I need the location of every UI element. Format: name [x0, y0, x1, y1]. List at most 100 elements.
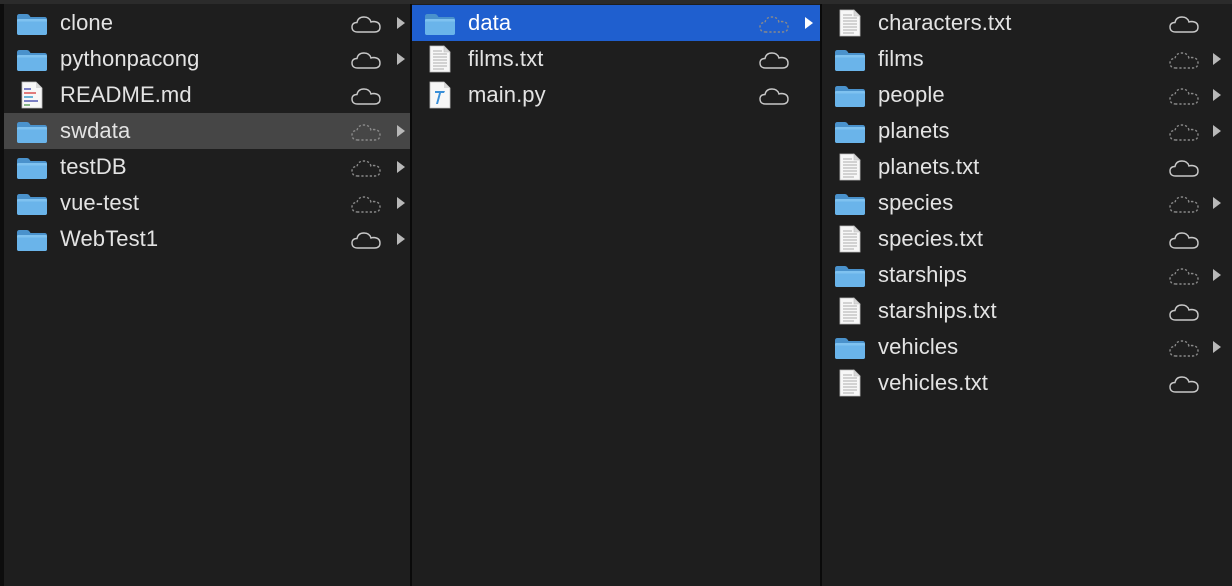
folder-row-films[interactable]: films — [822, 41, 1230, 77]
folder-row-clone[interactable]: clone — [4, 5, 410, 41]
text-file-icon — [424, 45, 456, 73]
icloud-downloaded-icon[interactable] — [1168, 374, 1200, 394]
folder-row-pythonpacong[interactable]: pythonpacong — [4, 41, 410, 77]
folder-icon — [834, 192, 866, 216]
icloud-downloaded-icon[interactable] — [1168, 302, 1200, 322]
icloud-downloaded-icon[interactable] — [758, 50, 790, 70]
item-name: WebTest1 — [60, 226, 159, 251]
icloud-not-downloaded-icon[interactable] — [350, 158, 382, 178]
file-row-species-txt[interactable]: species.txt — [822, 221, 1230, 257]
folder-icon — [834, 264, 866, 288]
file-row-characters-txt[interactable]: characters.txt — [822, 5, 1230, 41]
folder-row-species[interactable]: species — [822, 185, 1230, 221]
column-3[interactable]: characters.txt films people planets plan… — [822, 4, 1230, 586]
disclosure-chevron-icon[interactable] — [396, 160, 406, 174]
item-name: vehicles.txt — [878, 370, 989, 395]
disclosure-chevron-icon[interactable] — [1212, 340, 1222, 354]
item-name: pythonpacong — [60, 46, 200, 71]
folder-row-vehicles[interactable]: vehicles — [822, 329, 1230, 365]
folder-icon — [16, 48, 48, 72]
item-name: people — [878, 82, 945, 107]
column-1[interactable]: clone pythonpacong README.md swdata test… — [0, 4, 412, 586]
disclosure-chevron-icon[interactable] — [396, 52, 406, 66]
folder-row-vue-test[interactable]: vue-test — [4, 185, 410, 221]
folder-row-webtest1[interactable]: WebTest1 — [4, 221, 410, 257]
folder-row-planets[interactable]: planets — [822, 113, 1230, 149]
icloud-downloaded-icon[interactable] — [1168, 230, 1200, 250]
item-name: starships — [878, 262, 967, 287]
markdown-file-icon — [16, 81, 48, 109]
text-file-icon — [834, 297, 866, 325]
text-file-icon — [834, 9, 866, 37]
folder-row-swdata[interactable]: swdata — [4, 113, 410, 149]
folder-icon — [16, 156, 48, 180]
disclosure-chevron-icon[interactable] — [1212, 88, 1222, 102]
folder-row-data[interactable]: data — [412, 5, 820, 41]
file-row-starships-txt[interactable]: starships.txt — [822, 293, 1230, 329]
disclosure-chevron-icon[interactable] — [1212, 124, 1222, 138]
folder-row-testdb[interactable]: testDB — [4, 149, 410, 185]
icloud-not-downloaded-icon[interactable] — [350, 122, 382, 142]
folder-icon — [16, 120, 48, 144]
folder-icon — [834, 120, 866, 144]
item-name: main.py — [468, 82, 546, 107]
item-name: species.txt — [878, 226, 984, 251]
folder-icon — [16, 12, 48, 36]
text-file-icon — [834, 225, 866, 253]
file-row-films-txt[interactable]: films.txt — [412, 41, 820, 77]
icloud-not-downloaded-icon[interactable] — [350, 194, 382, 214]
folder-row-starships[interactable]: starships — [822, 257, 1230, 293]
disclosure-chevron-icon[interactable] — [1212, 268, 1222, 282]
icloud-downloaded-icon[interactable] — [350, 50, 382, 70]
icloud-not-downloaded-icon[interactable] — [1168, 86, 1200, 106]
finder-column-browser: clone pythonpacong README.md swdata test… — [0, 0, 1232, 586]
item-name: films.txt — [468, 46, 544, 71]
icloud-downloaded-icon[interactable] — [350, 230, 382, 250]
item-name: testDB — [60, 154, 127, 179]
disclosure-chevron-icon[interactable] — [1212, 196, 1222, 210]
icloud-not-downloaded-icon[interactable] — [1168, 194, 1200, 214]
item-name: swdata — [60, 118, 131, 143]
icloud-downloaded-icon[interactable] — [350, 14, 382, 34]
disclosure-chevron-icon[interactable] — [396, 232, 406, 246]
icloud-not-downloaded-icon[interactable] — [1168, 266, 1200, 286]
text-file-icon — [834, 153, 866, 181]
file-row-planets-txt[interactable]: planets.txt — [822, 149, 1230, 185]
icloud-downloaded-icon[interactable] — [758, 86, 790, 106]
icloud-downloaded-icon[interactable] — [350, 86, 382, 106]
item-name: vue-test — [60, 190, 140, 215]
folder-icon — [834, 48, 866, 72]
item-name: characters.txt — [878, 10, 1012, 35]
icloud-not-downloaded-icon[interactable] — [758, 14, 790, 34]
folder-icon — [834, 336, 866, 360]
icloud-not-downloaded-icon[interactable] — [1168, 50, 1200, 70]
icloud-not-downloaded-icon[interactable] — [1168, 338, 1200, 358]
item-name: planets.txt — [878, 154, 980, 179]
column-2[interactable]: data films.txt main.py — [412, 4, 822, 586]
icloud-downloaded-icon[interactable] — [1168, 14, 1200, 34]
item-name: planets — [878, 118, 950, 143]
folder-icon — [424, 12, 456, 36]
item-name: vehicles — [878, 334, 959, 359]
disclosure-chevron-icon[interactable] — [396, 196, 406, 210]
folder-icon — [16, 192, 48, 216]
file-row-main-py[interactable]: main.py — [412, 77, 820, 113]
folder-icon — [834, 84, 866, 108]
folder-row-people[interactable]: people — [822, 77, 1230, 113]
item-name: data — [468, 10, 512, 35]
item-name: clone — [60, 10, 114, 35]
icloud-downloaded-icon[interactable] — [1168, 158, 1200, 178]
item-name: films — [878, 46, 924, 71]
icloud-not-downloaded-icon[interactable] — [1168, 122, 1200, 142]
item-name: README.md — [60, 82, 192, 107]
disclosure-chevron-icon[interactable] — [396, 16, 406, 30]
file-row-readme-md[interactable]: README.md — [4, 77, 410, 113]
item-name: species — [878, 190, 954, 215]
disclosure-chevron-icon[interactable] — [396, 124, 406, 138]
python-file-icon — [424, 81, 456, 109]
disclosure-chevron-icon[interactable] — [804, 16, 814, 30]
file-row-vehicles-txt[interactable]: vehicles.txt — [822, 365, 1230, 401]
disclosure-chevron-icon[interactable] — [1212, 52, 1222, 66]
item-name: starships.txt — [878, 298, 997, 323]
folder-icon — [16, 228, 48, 252]
